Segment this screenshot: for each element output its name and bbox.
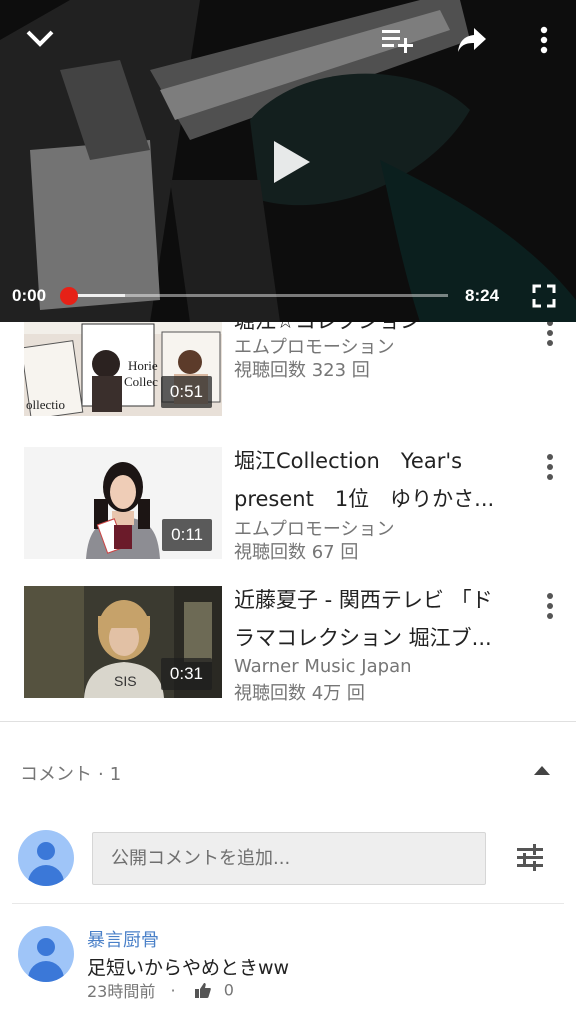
like-count: 0: [223, 980, 234, 1000]
comment-time: 23時間前: [87, 982, 156, 1001]
video-duration: 0:51: [160, 376, 212, 408]
video-title[interactable]: 近藤夏子 - 関西テレビ 「ド ラマコレクション 堀江ブ...: [234, 581, 519, 657]
sort-filter-icon[interactable]: [515, 843, 545, 873]
seek-bar[interactable]: [68, 294, 448, 297]
svg-text:SIS: SIS: [114, 673, 137, 689]
section-divider: [0, 721, 576, 722]
seek-handle[interactable]: [60, 287, 78, 305]
thumbs-up-icon[interactable]: [194, 982, 211, 998]
chevron-down-icon[interactable]: [24, 24, 56, 52]
video-title[interactable]: 堀江Collection Year's present 1位 ゆりかさ...: [234, 442, 519, 518]
video-title-line: ラマコレクション 堀江ブ...: [234, 626, 492, 650]
total-duration: 8:24: [465, 286, 500, 305]
video-channel: Warner Music Japan: [234, 656, 412, 677]
current-time: 0:00: [12, 286, 47, 305]
video-title-line: present 1位 ゆりかさ...: [234, 487, 495, 511]
share-icon[interactable]: [456, 26, 488, 56]
svg-text:ollectio: ollectio: [26, 397, 65, 412]
comment-divider: [12, 903, 564, 904]
avatar: [18, 830, 74, 886]
more-vert-icon[interactable]: [540, 454, 560, 484]
video-thumbnail[interactable]: 0:11: [24, 447, 222, 559]
comment-input[interactable]: 公開コメントを追加...: [92, 832, 486, 885]
comments-header: コメント · 1: [20, 764, 122, 785]
comments-count: 1: [109, 764, 122, 785]
collapse-icon[interactable]: [532, 764, 552, 776]
video-thumbnail[interactable]: SIS 0:31: [24, 586, 222, 698]
comment-author[interactable]: 暴言厨骨: [87, 926, 159, 952]
related-video-item[interactable]: 0:11 堀江Collection Year's present 1位 ゆりかさ…: [0, 442, 576, 563]
comment-text: 足短いからやめときww: [87, 957, 290, 979]
play-icon[interactable]: [270, 138, 314, 186]
add-to-playlist-icon[interactable]: [380, 26, 416, 56]
video-duration: 0:11: [162, 519, 212, 551]
video-player[interactable]: 0:00 8:24: [0, 0, 576, 322]
avatar[interactable]: [18, 926, 74, 982]
svg-text:Collec: Collec: [124, 374, 158, 389]
more-vert-icon[interactable]: [540, 320, 560, 350]
related-video-item[interactable]: SIS 0:31 近藤夏子 - 関西テレビ 「ド ラマコレクション 堀江ブ...…: [0, 581, 576, 704]
video-views: 視聴回数 67 回: [234, 542, 359, 563]
fullscreen-icon[interactable]: [532, 284, 556, 308]
more-vert-icon[interactable]: [540, 593, 560, 623]
comments-title: コメント: [20, 764, 92, 785]
video-views: 視聴回数 323 回: [234, 360, 370, 381]
video-title-line: 近藤夏子 - 関西テレビ 「ド: [234, 588, 493, 612]
comment-meta: 23時間前 · 0: [87, 980, 234, 1002]
video-title-line: 堀江Collection Year's: [234, 449, 463, 473]
svg-text:Horie: Horie: [128, 358, 158, 373]
video-duration: 0:31: [160, 658, 212, 690]
more-vert-icon[interactable]: [536, 26, 552, 56]
video-views: 視聴回数 4万 回: [234, 683, 365, 704]
